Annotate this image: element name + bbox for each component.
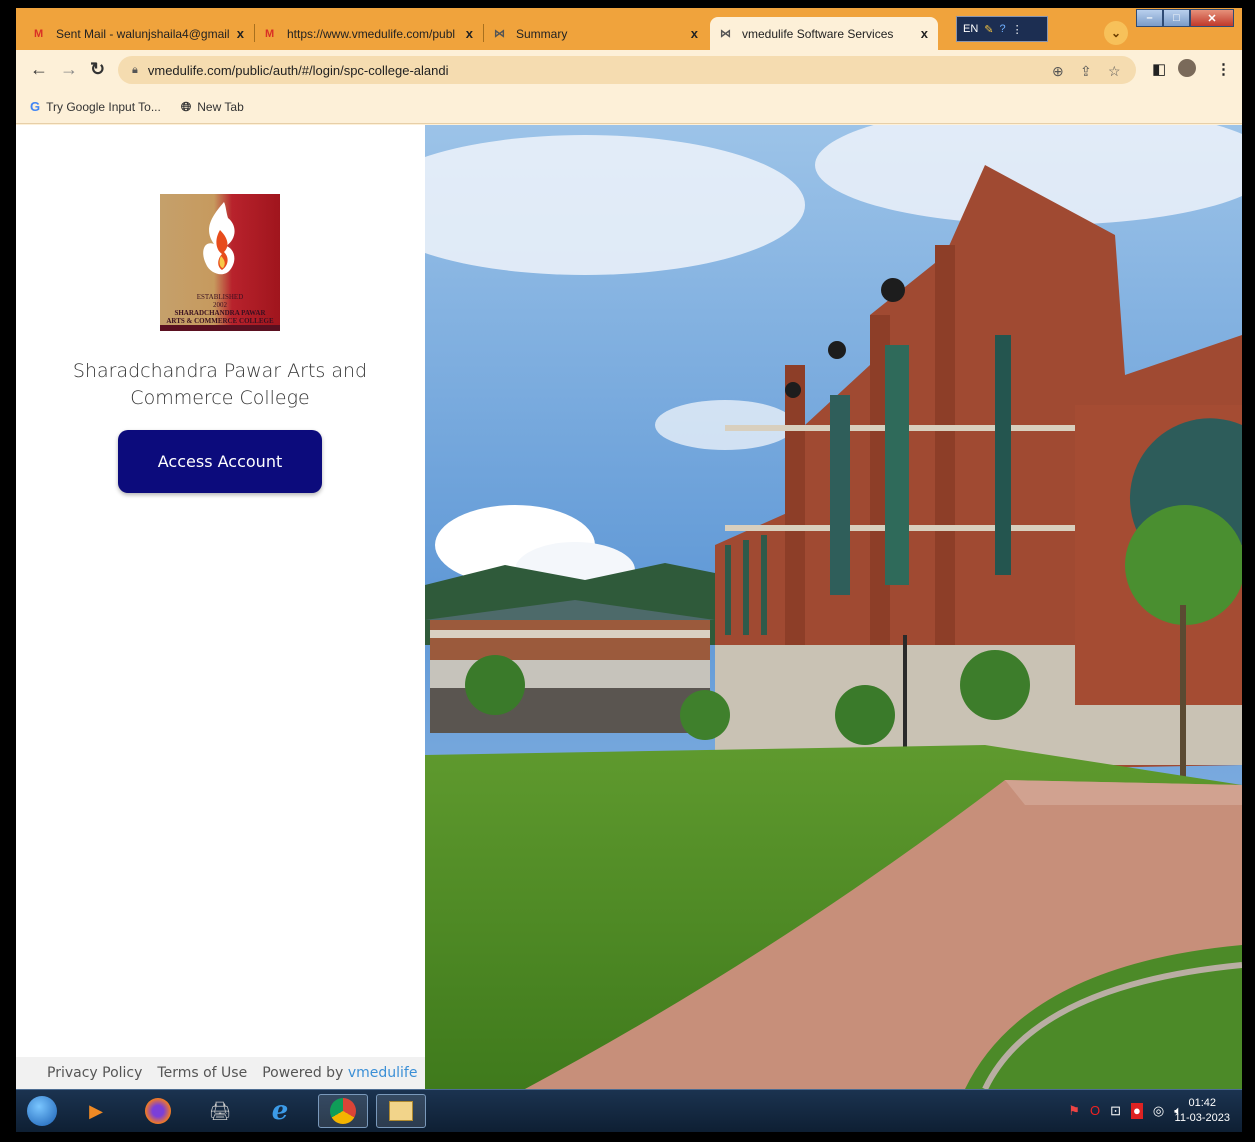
scanner-icon: 🖨︎ [208, 1100, 232, 1121]
bookmark-label: Try Google Input To... [46, 99, 161, 114]
campus-illustration [425, 125, 1242, 1089]
gmail-icon: M [265, 27, 275, 40]
gmail-icon: M [34, 27, 44, 40]
flag-icon[interactable]: ⚑ [1068, 1103, 1080, 1119]
antivirus-icon[interactable]: ● [1130, 1103, 1143, 1119]
quick-heal-icon[interactable]: ◎ [1153, 1103, 1164, 1119]
internet-explorer-button[interactable]: e [262, 1094, 298, 1128]
file-explorer-icon [389, 1101, 413, 1121]
tab-summary[interactable]: ⋈ Summary x [484, 17, 708, 50]
maximize-button[interactable]: □ [1163, 9, 1190, 27]
logo-established: ESTABLISHED [196, 293, 244, 301]
chrome-icon [330, 1098, 356, 1124]
page-content: ESTABLISHED 2002 SHARADCHANDRA PAWAR ART… [16, 125, 1242, 1089]
tab-vmedulife-url[interactable]: M https://www.vmedulife.com/publ x [255, 17, 483, 50]
maximize-icon: □ [1173, 12, 1180, 24]
address-bar[interactable]: 🔒︎ vmedulife.com/public/auth/#/login/spc… [118, 56, 1136, 84]
start-orb[interactable] [24, 1094, 60, 1128]
vmedulife-icon: ⋈ [720, 28, 731, 40]
tab-title: Sent Mail - walunjshaila4@gmail [56, 26, 230, 41]
login-footer: Privacy Policy Terms of Use Powered by v… [16, 1057, 425, 1089]
minimize-icon: – [1146, 12, 1153, 24]
powered-by-label: Powered by [262, 1065, 344, 1081]
flame-icon [203, 202, 235, 275]
clock-date: 11-03-2023 [1174, 1112, 1230, 1124]
window-controls: – □ ✕ [1136, 9, 1234, 27]
url-text: vmedulife.com/public/auth/#/login/spc-co… [147, 62, 449, 78]
logo-caption: ESTABLISHED 2002 SHARADCHANDRA PAWAR ART… [160, 293, 280, 325]
windows-taskbar: ▶ 🖨︎ e ⚑ O ⊡ ● ◎ 🔈︎ 01:42 11-03-2023 [16, 1089, 1242, 1132]
bookmark-google-input[interactable]: G Try Google Input To... [30, 99, 161, 114]
menu-icon[interactable]: ⋮ [1216, 60, 1231, 78]
tab-sent-mail[interactable]: M Sent Mail - walunjshaila4@gmail x [24, 17, 254, 50]
windows-icon [27, 1096, 57, 1126]
share-icon[interactable]: ⇪ [1080, 63, 1092, 80]
close-icon[interactable]: x [921, 26, 928, 41]
firefox-icon [145, 1098, 171, 1124]
forward-icon[interactable]: → [60, 59, 78, 80]
terms-of-use-link[interactable]: Terms of Use [157, 1065, 247, 1081]
logo-bar [160, 325, 280, 331]
help-icon: ? [999, 23, 1006, 35]
college-name: Sharadchandra Pawar Arts and Commerce Co… [72, 360, 368, 409]
chrome-button[interactable] [318, 1094, 368, 1128]
login-panel: ESTABLISHED 2002 SHARADCHANDRA PAWAR ART… [16, 125, 425, 1089]
avatar[interactable] [1178, 59, 1196, 77]
lock-icon: 🔒︎ [132, 63, 138, 76]
language-bar[interactable]: EN ✎ ? ⋮ [956, 16, 1048, 42]
network-icon[interactable]: ⊡ [1110, 1103, 1121, 1119]
taskbar-clock[interactable]: 01:42 11-03-2023 [1175, 1096, 1230, 1126]
clock-time: 01:42 [1188, 1097, 1217, 1109]
logo-line2: ARTS & COMMERCE COLLEGE [166, 317, 274, 325]
privacy-policy-link[interactable]: Privacy Policy [47, 1065, 142, 1081]
reload-icon[interactable]: ↻ [90, 59, 105, 80]
browser-toolbar: ← → ↻ 🔒︎ vmedulife.com/public/auth/#/log… [16, 50, 1242, 90]
close-icon[interactable]: x [237, 26, 244, 41]
logo-line1: SHARADCHANDRA PAWAR [174, 309, 266, 317]
browser-window: M Sent Mail - walunjshaila4@gmail x M ht… [16, 8, 1242, 1132]
close-icon[interactable]: x [691, 26, 698, 41]
opera-icon[interactable]: O [1090, 1103, 1100, 1119]
powered-by: Powered by vmedulife [262, 1065, 417, 1081]
vmedulife-icon: ⋈ [494, 28, 505, 40]
bookmark-label: New Tab [197, 99, 244, 114]
tab-strip: M Sent Mail - walunjshaila4@gmail x M ht… [16, 8, 1242, 50]
tab-title: vmedulife Software Services [742, 26, 894, 41]
tab-vmedulife-software[interactable]: ⋈ vmedulife Software Services x [710, 17, 938, 50]
sidepanel-icon[interactable]: ◧ [1152, 60, 1166, 78]
system-tray: ⚑ O ⊡ ● ◎ 🔈︎ [1068, 1103, 1182, 1119]
college-logo: ESTABLISHED 2002 SHARADCHANDRA PAWAR ART… [160, 194, 280, 331]
close-icon: ✕ [1207, 12, 1217, 25]
bookmark-new-tab[interactable]: 🌐︎ New Tab [181, 99, 244, 115]
access-account-button[interactable]: Access Account [118, 430, 322, 493]
google-icon: G [30, 99, 41, 114]
campus-hero-image [425, 125, 1242, 1089]
tab-title: https://www.vmedulife.com/publ [287, 26, 456, 41]
zoom-icon[interactable]: ⊕ [1052, 63, 1064, 80]
bookmarks-bar: G Try Google Input To... 🌐︎ New Tab [16, 90, 1242, 124]
firefox-button[interactable] [140, 1094, 176, 1128]
logo-year: 2002 [213, 301, 227, 309]
chevron-down-icon: ⌄ [1110, 26, 1122, 40]
tab-title: Summary [516, 26, 568, 41]
minimize-button[interactable]: – [1136, 9, 1163, 27]
internet-explorer-icon: e [271, 1096, 289, 1126]
scanner-button[interactable]: 🖨︎ [202, 1094, 238, 1128]
keyboard-icon: ✎ [984, 23, 994, 36]
media-player-button[interactable]: ▶ [78, 1094, 114, 1128]
media-player-icon: ▶ [89, 1100, 103, 1121]
tab-search-button[interactable]: ⌄ [1104, 21, 1128, 45]
back-icon[interactable]: ← [30, 59, 48, 80]
close-window-button[interactable]: ✕ [1190, 9, 1234, 27]
file-explorer-button[interactable] [376, 1094, 426, 1128]
close-icon[interactable]: x [466, 26, 473, 41]
bookmark-star-icon[interactable]: ☆ [1108, 63, 1121, 80]
ime-label: EN [963, 23, 979, 35]
vmedulife-link[interactable]: vmedulife [348, 1065, 418, 1081]
globe-icon: 🌐︎ [180, 98, 192, 114]
options-icon: ⋮ [1011, 23, 1023, 36]
